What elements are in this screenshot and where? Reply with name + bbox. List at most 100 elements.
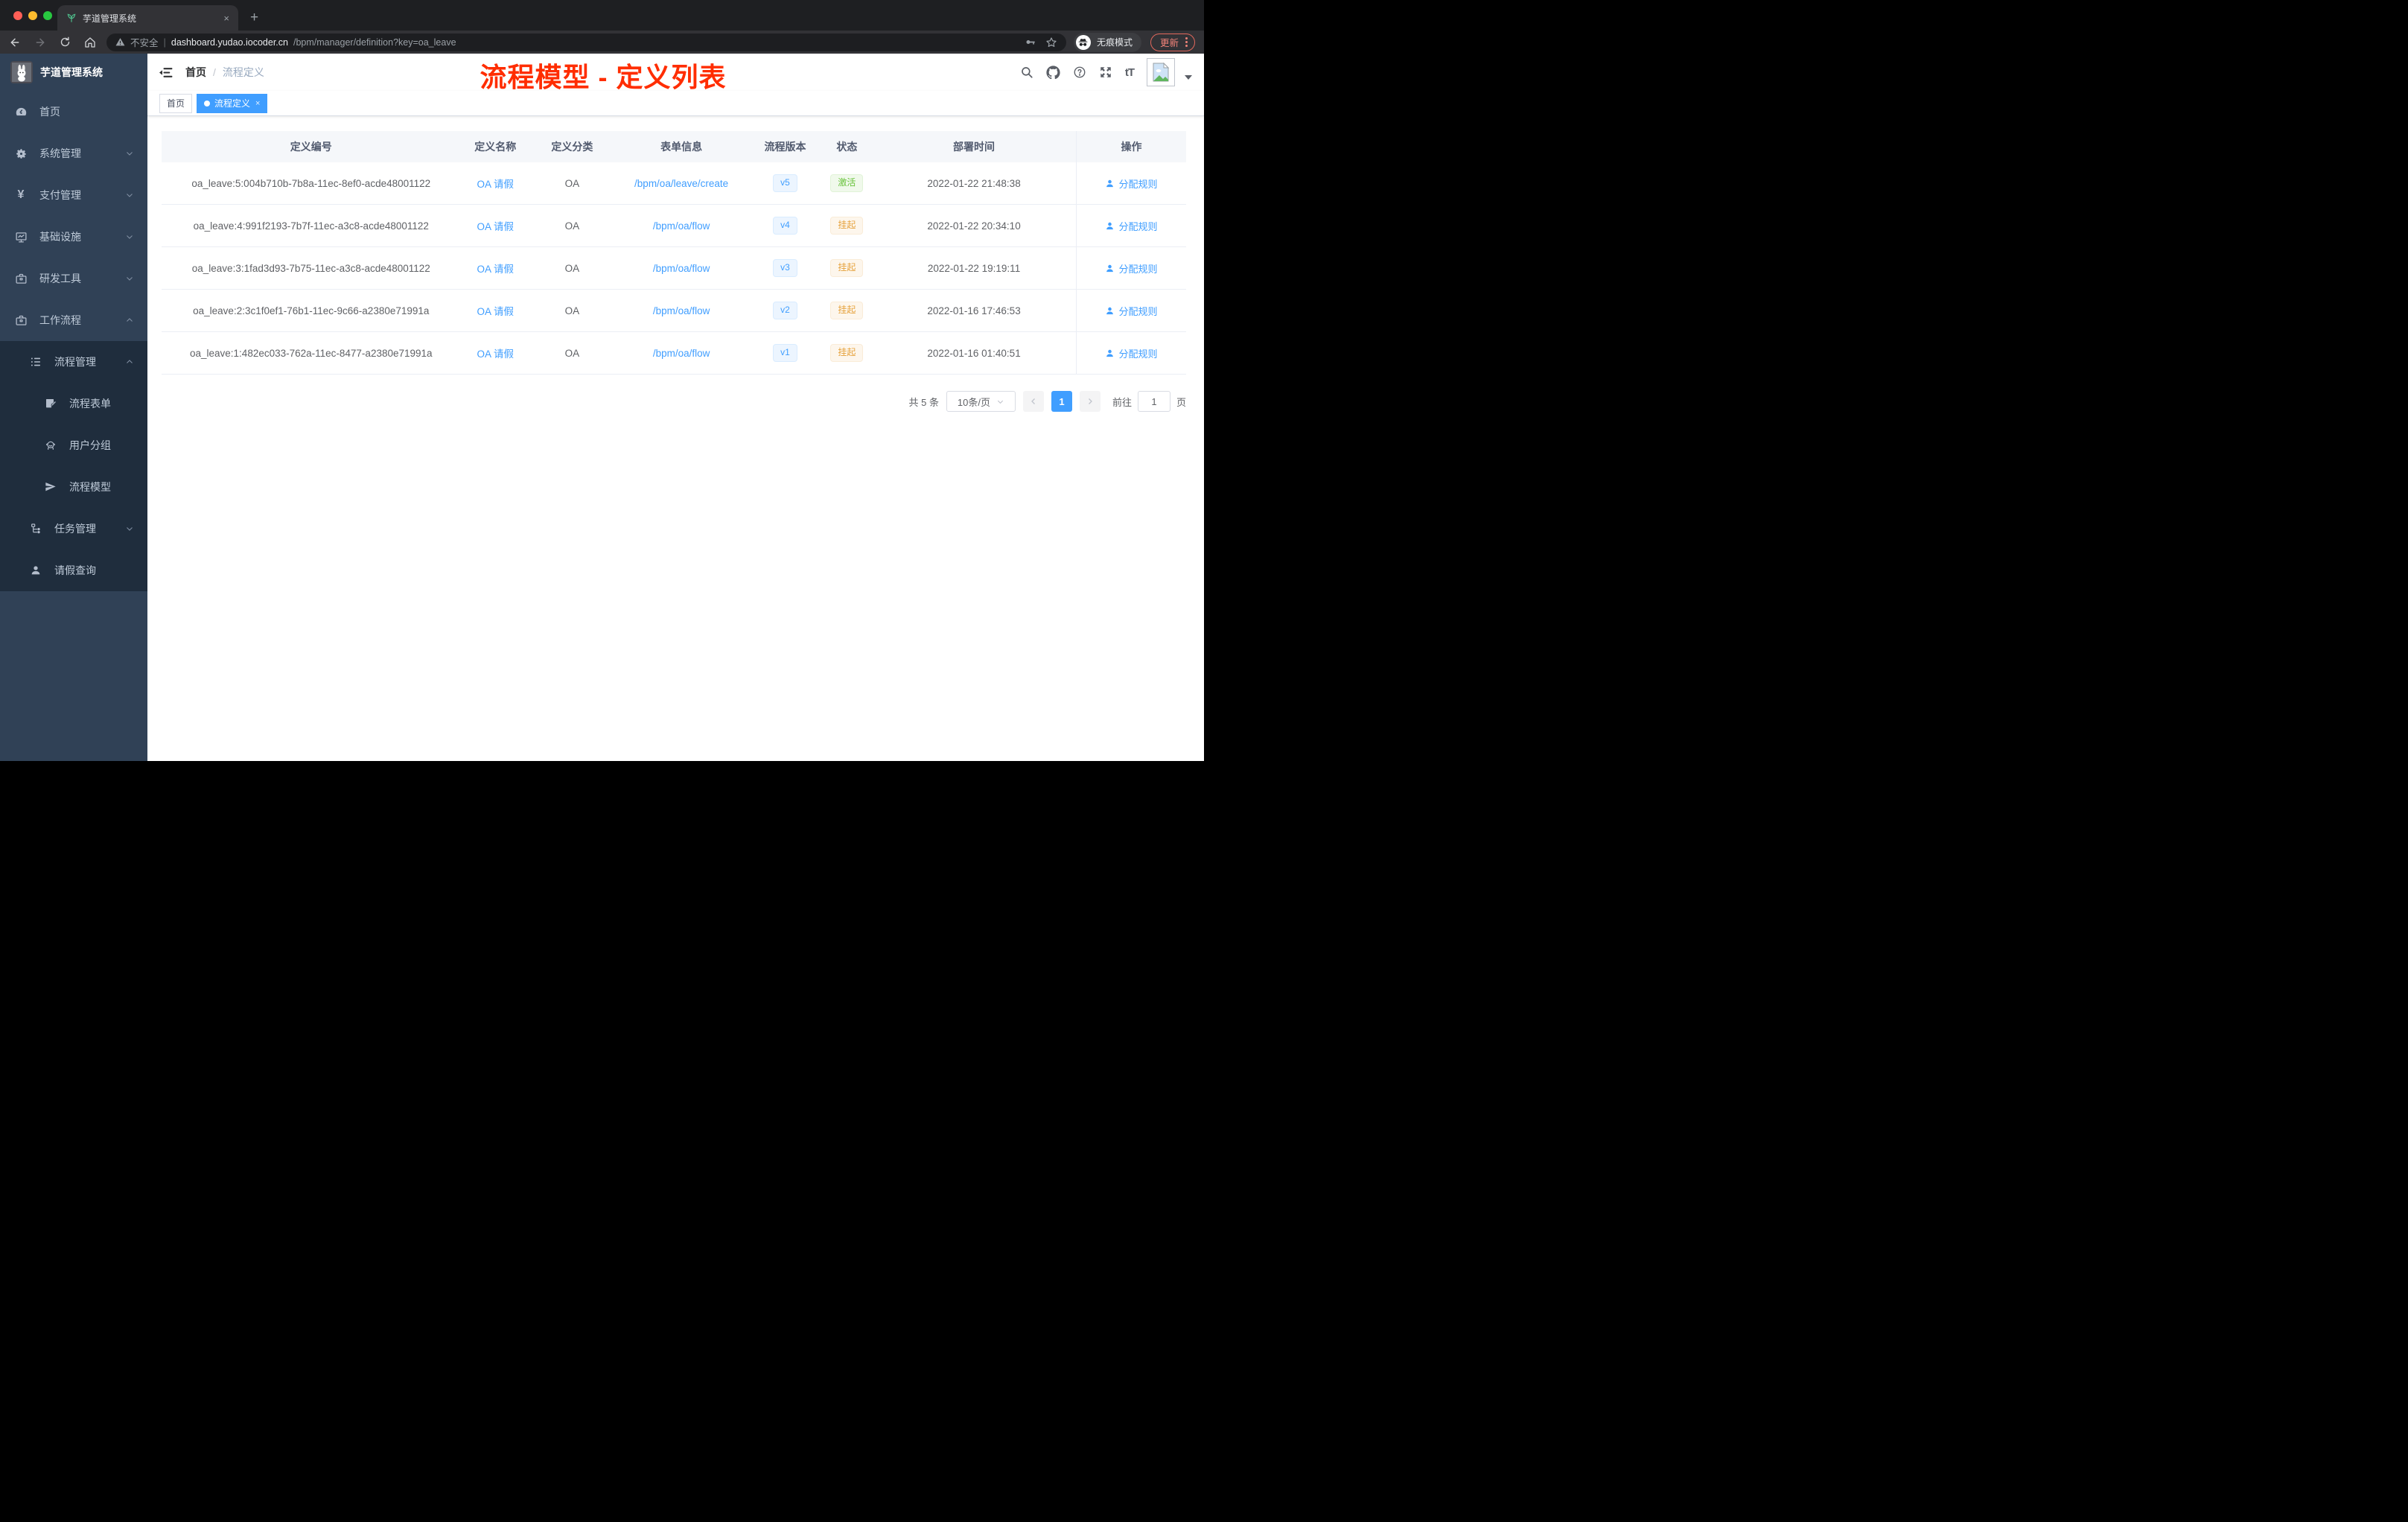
search-icon[interactable]	[1020, 66, 1033, 79]
next-page-button[interactable]	[1079, 391, 1101, 412]
form-link[interactable]: /bpm/oa/leave/create	[634, 178, 728, 189]
favicon-leaf-icon	[66, 13, 77, 23]
deploy-time: 2022-01-16 01:40:51	[927, 347, 1021, 359]
browser-tab[interactable]: 芋道管理系统 ×	[57, 5, 238, 31]
assign-rule-button[interactable]: 分配规则	[1105, 261, 1158, 276]
deploy-time: 2022-01-16 17:46:53	[927, 305, 1021, 316]
user-icon	[1106, 264, 1114, 272]
avatar-dropdown-caret-icon[interactable]	[1185, 75, 1192, 80]
definition-category: OA	[564, 262, 580, 274]
current-page-button[interactable]: 1	[1051, 391, 1072, 412]
breadcrumb-current: 流程定义	[222, 66, 264, 78]
goto-page-input[interactable]	[1137, 391, 1170, 412]
prev-page-button[interactable]	[1022, 391, 1044, 412]
sidebar-item-process-form[interactable]: 流程表单	[0, 383, 147, 424]
assign-rule-button[interactable]: 分配规则	[1105, 219, 1158, 233]
sidebar-logo[interactable]: 芋道管理系统	[0, 54, 147, 91]
user-icon	[1106, 222, 1114, 229]
table-action-cell: 分配规则	[1077, 162, 1186, 205]
sidebar-item-dev-tools[interactable]: 研发工具	[0, 258, 147, 299]
definition-name-link[interactable]: OA 请假	[477, 221, 514, 232]
url-separator: |	[163, 36, 166, 48]
definition-table: 定义编号 定义名称 定义分类 表单信息 流程版本 状态 部署时间 oa_leav…	[162, 131, 1186, 375]
form-link[interactable]: /bpm/oa/flow	[653, 305, 710, 316]
browser-window: 芋道管理系统 × + 不安全 | dashboard.yudao.iocoder…	[0, 0, 1204, 761]
page-title-annotation: 流程模型 - 定义列表	[480, 62, 727, 92]
sidebar-item-label: 工作流程	[39, 314, 81, 326]
assign-rule-button[interactable]: 分配规则	[1105, 176, 1158, 191]
home-icon[interactable]	[84, 36, 96, 48]
sidebar-item-user-group[interactable]: 用户分组	[0, 424, 147, 466]
sidebar-item-home[interactable]: 首页	[0, 91, 147, 133]
definition-name-link[interactable]: OA 请假	[477, 348, 514, 360]
logo-avatar	[10, 61, 33, 83]
chevron-up-icon	[125, 316, 134, 325]
reload-icon[interactable]	[60, 36, 71, 48]
tab-close-icon[interactable]: ×	[223, 13, 229, 23]
fullscreen-icon[interactable]	[1099, 66, 1112, 79]
sidebar-item-process-model[interactable]: 流程模型	[0, 466, 147, 508]
sidebar-item-workflow[interactable]: 工作流程	[0, 299, 147, 341]
sidebar-item-label: 系统管理	[39, 147, 81, 159]
definition-name-link[interactable]: OA 请假	[477, 264, 514, 275]
definition-id: oa_leave:3:1fad3d93-7b75-11ec-a3c8-acde4…	[191, 262, 430, 274]
sidebar-item-system[interactable]: 系统管理	[0, 133, 147, 174]
column-header: 表单信息	[660, 141, 703, 153]
help-icon[interactable]	[1073, 66, 1086, 79]
sidebar-item-label: 流程管理	[54, 356, 96, 368]
url-bar[interactable]: 不安全 | dashboard.yudao.iocoder.cn/bpm/man…	[106, 33, 1066, 51]
form-link[interactable]: /bpm/oa/flow	[653, 348, 710, 359]
zoom-window-button[interactable]	[43, 11, 52, 20]
pagination: 共 5 条 10条/页 1 前往 页	[162, 391, 1186, 412]
gear-icon	[13, 147, 28, 160]
sidebar-item-label: 基础设施	[39, 231, 81, 243]
sidebar-item-label: 任务管理	[54, 523, 96, 535]
forward-icon[interactable]	[34, 36, 46, 48]
assign-rule-button[interactable]: 分配规则	[1105, 304, 1158, 318]
user-avatar[interactable]	[1147, 58, 1175, 86]
new-tab-button[interactable]: +	[250, 10, 258, 25]
chevron-left-icon	[1031, 398, 1035, 404]
back-icon[interactable]	[9, 36, 21, 48]
breadcrumb-separator: /	[213, 66, 216, 78]
font-size-icon[interactable]: tT	[1125, 66, 1135, 79]
bookmark-star-icon[interactable]	[1045, 36, 1057, 48]
version-badge: v5	[773, 174, 797, 192]
form-link[interactable]: /bpm/oa/flow	[653, 220, 710, 232]
github-icon[interactable]	[1046, 65, 1060, 80]
definition-name-link[interactable]: OA 请假	[477, 306, 514, 317]
browser-toolbar: 不安全 | dashboard.yudao.iocoder.cn/bpm/man…	[0, 31, 1204, 54]
column-header: 定义分类	[551, 141, 593, 153]
assign-rule-button[interactable]: 分配规则	[1105, 346, 1158, 360]
chevron-down-icon	[125, 232, 134, 241]
user-icon	[1106, 179, 1114, 187]
close-window-button[interactable]	[13, 11, 22, 20]
url-path: /bpm/manager/definition?key=oa_leave	[293, 36, 456, 48]
incognito-icon	[1075, 34, 1091, 50]
browser-update-menu-button[interactable]: 更新	[1150, 33, 1195, 51]
definition-id: oa_leave:5:004b710b-7b8a-11ec-8ef0-acde4…	[191, 177, 431, 189]
page-size-select[interactable]: 10条/页	[946, 391, 1016, 412]
form-link[interactable]: /bpm/oa/flow	[653, 263, 710, 274]
sidebar-item-infrastructure[interactable]: 基础设施	[0, 216, 147, 258]
definition-name-link[interactable]: OA 请假	[477, 179, 514, 190]
page-unit-label: 页	[1176, 396, 1186, 408]
tag-process-definition[interactable]: 流程定义 ×	[197, 93, 268, 113]
table-row: oa_leave:3:1fad3d93-7b75-11ec-a3c8-acde4…	[162, 247, 1076, 290]
password-key-icon[interactable]	[1025, 36, 1036, 48]
status-badge: 激活	[830, 174, 864, 192]
page-header: 首页 / 流程定义 流程模型 - 定义列表 tT	[147, 54, 1204, 92]
column-header: 定义名称	[474, 141, 517, 153]
sidebar-toggle-hamburger-icon[interactable]	[159, 66, 173, 80]
sidebar-item-payment[interactable]: ¥ 支付管理	[0, 174, 147, 216]
briefcase-icon	[13, 314, 28, 327]
sidebar-item-task-management[interactable]: 任务管理	[0, 508, 147, 550]
tag-close-icon[interactable]: ×	[255, 99, 260, 108]
breadcrumb-home[interactable]: 首页	[185, 65, 206, 80]
sidebar-item-process-management[interactable]: 流程管理	[0, 341, 147, 383]
chevron-down-icon	[125, 149, 134, 158]
minimize-window-button[interactable]	[28, 11, 37, 20]
sidebar-item-label: 研发工具	[39, 273, 81, 284]
sidebar-item-leave-query[interactable]: 请假查询	[0, 550, 147, 591]
tag-home[interactable]: 首页	[159, 93, 193, 113]
